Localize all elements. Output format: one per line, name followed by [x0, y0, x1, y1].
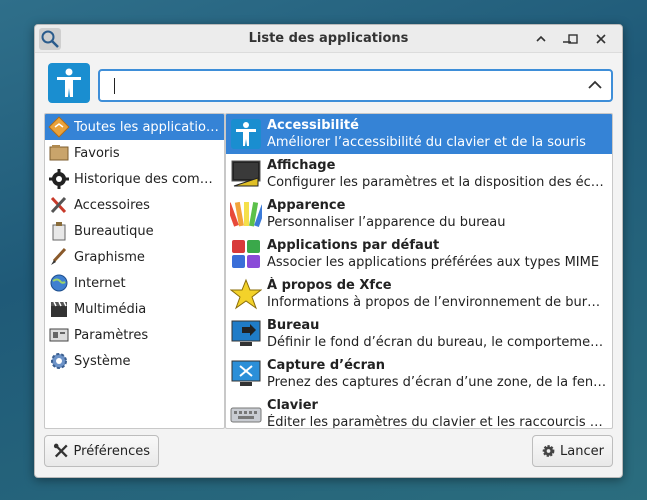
- maximize-button[interactable]: [562, 28, 584, 50]
- category-settings[interactable]: Paramètres: [45, 322, 224, 348]
- star-icon: [230, 278, 262, 310]
- search-field[interactable]: [98, 69, 613, 102]
- category-label: Favoris: [74, 145, 120, 161]
- category-favorites[interactable]: Favoris: [45, 140, 224, 166]
- category-label: Multimédia: [74, 301, 147, 317]
- app-finder-window: Liste des applications Toutes les applic…: [34, 24, 623, 478]
- category-label: Système: [74, 353, 131, 369]
- app-name: Accessibilité: [267, 118, 359, 133]
- app-description: Configurer les paramètres et la disposit…: [267, 175, 604, 190]
- app-description: Informations à propos de l’environnement…: [267, 295, 601, 310]
- category-history[interactable]: Historique des com…: [45, 166, 224, 192]
- app-item-screenshot[interactable]: Capture d’écran Prenez des captures d’écr…: [226, 354, 612, 394]
- tools-icon: [53, 443, 68, 458]
- desktop-icon: [231, 320, 261, 346]
- multimedia-icon: [51, 301, 67, 317]
- category-accessories[interactable]: Accessoires: [45, 192, 224, 218]
- app-description: Prenez des captures d’écran d’une zone, …: [267, 375, 607, 390]
- launch-button[interactable]: Lancer: [532, 435, 613, 467]
- chevron-up-icon: [536, 35, 546, 42]
- screenshot-icon: [231, 360, 261, 386]
- app-description: Éditer les paramètres du clavier et les …: [267, 415, 603, 429]
- app-item-desktop[interactable]: Bureau Définir le fond d’écran du bureau,…: [226, 314, 612, 354]
- category-internet[interactable]: Internet: [45, 270, 224, 296]
- app-item-appearance[interactable]: Apparence Personnaliser l’apparence du bu…: [226, 194, 612, 234]
- accessibility-icon: [48, 63, 90, 103]
- category-label: Internet: [74, 275, 126, 291]
- category-label: Historique des com…: [74, 171, 213, 187]
- office-icon: [52, 222, 66, 241]
- graphics-icon: [51, 247, 67, 265]
- all-apps-icon: [48, 116, 70, 138]
- launch-label: Lancer: [560, 443, 604, 459]
- accessories-icon: [50, 196, 67, 214]
- app-description: Personnaliser l’apparence du bureau: [267, 215, 506, 230]
- keyboard-icon: [230, 407, 262, 423]
- category-list[interactable]: Toutes les applicatio… Favoris Historiqu…: [44, 113, 225, 429]
- close-button[interactable]: [590, 28, 612, 50]
- app-name: Clavier: [267, 398, 318, 413]
- titlebar[interactable]: Liste des applications: [35, 25, 622, 53]
- close-icon: [596, 34, 606, 44]
- category-label: Accessoires: [74, 197, 150, 213]
- app-description: Définir le fond d’écran du bureau, le co…: [267, 335, 604, 350]
- settings-icon: [49, 328, 69, 342]
- category-graphics[interactable]: Graphisme: [45, 244, 224, 270]
- category-office[interactable]: Bureautique: [45, 218, 224, 244]
- app-description: Associer les applications préférées aux …: [267, 255, 600, 270]
- appearance-icon: [230, 201, 262, 228]
- gear-icon: [542, 445, 555, 457]
- app-name: À propos de Xfce: [267, 278, 392, 293]
- app-name: Affichage: [267, 158, 336, 173]
- app-name: Bureau: [267, 318, 320, 333]
- category-label: Paramètres: [74, 327, 149, 343]
- internet-icon: [50, 274, 68, 292]
- app-item-display[interactable]: Affichage Configurer les paramètres et la…: [226, 154, 612, 194]
- history-icon: [49, 169, 69, 189]
- category-multimedia[interactable]: Multimédia: [45, 296, 224, 322]
- app-item-about-xfce[interactable]: À propos de Xfce Informations à propos de…: [226, 274, 612, 314]
- default-apps-icon: [232, 240, 260, 268]
- chevron-up-icon[interactable]: [587, 78, 603, 92]
- category-system[interactable]: Système: [45, 348, 224, 374]
- app-description: Améliorer l’accessibilité du clavier et …: [267, 135, 586, 150]
- category-label: Toutes les applicatio…: [74, 119, 219, 135]
- shade-button[interactable]: [530, 28, 552, 50]
- category-all[interactable]: Toutes les applicatio…: [45, 114, 224, 140]
- accessibility-icon: [231, 119, 261, 149]
- maximize-icon: [568, 34, 578, 44]
- app-item-default-applications[interactable]: Applications par défaut Associer les appl…: [226, 234, 612, 274]
- app-item-keyboard[interactable]: Clavier Éditer les paramètres du clavier …: [226, 394, 612, 429]
- app-item-accessibility[interactable]: Accessibilité Améliorer l’accessibilité d…: [226, 114, 612, 154]
- app-name: Apparence: [267, 198, 346, 213]
- preferences-label: Préférences: [73, 443, 150, 459]
- category-label: Bureautique: [74, 223, 154, 239]
- preferences-button[interactable]: Préférences: [44, 435, 159, 467]
- app-name: Applications par défaut: [267, 238, 440, 253]
- search-input[interactable]: [108, 76, 578, 96]
- application-list[interactable]: Accessibilité Améliorer l’accessibilité d…: [225, 113, 613, 429]
- category-label: Graphisme: [74, 249, 145, 265]
- favorites-icon: [49, 145, 69, 161]
- display-icon: [231, 160, 261, 187]
- app-name: Capture d’écran: [267, 358, 386, 373]
- system-icon: [51, 353, 67, 369]
